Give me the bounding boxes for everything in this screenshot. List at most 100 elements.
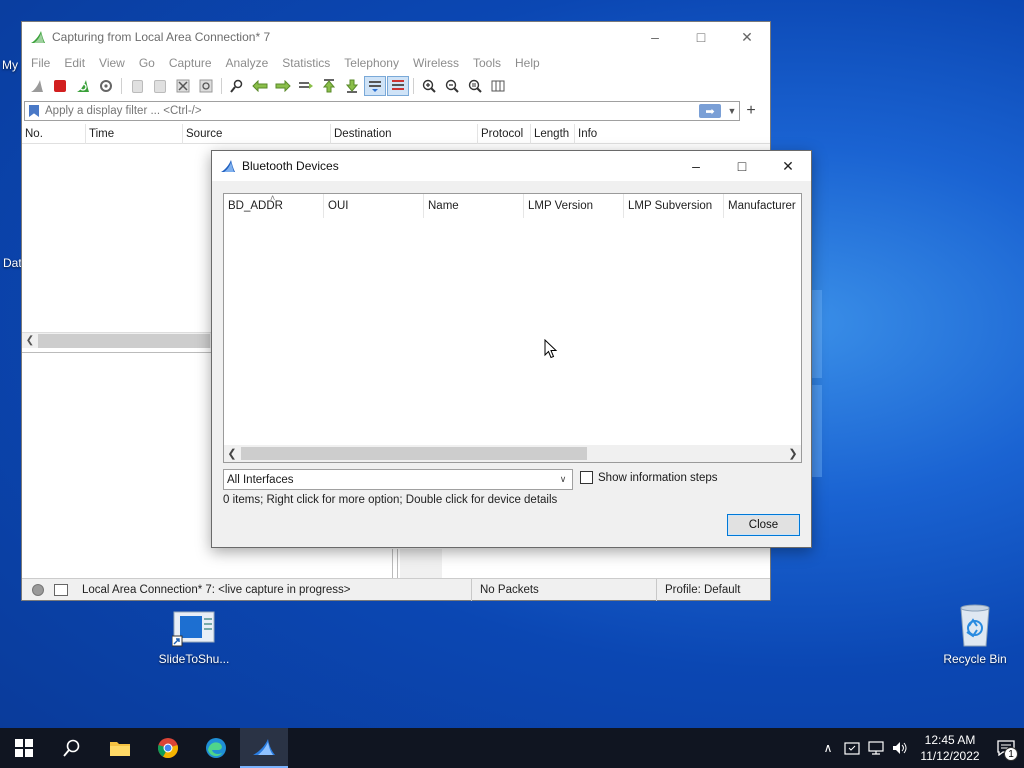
column-header-name[interactable]: Name bbox=[424, 194, 524, 218]
bookmark-icon[interactable] bbox=[29, 105, 39, 117]
go-to-packet-button[interactable] bbox=[295, 76, 317, 96]
add-filter-button[interactable]: + bbox=[742, 101, 760, 121]
desktop-icon-slidetoshutdown[interactable]: SlideToShu... bbox=[158, 608, 230, 666]
display-filter-input[interactable] bbox=[45, 105, 699, 117]
windows-logo-icon bbox=[15, 739, 33, 757]
main-toolbar bbox=[22, 74, 770, 98]
taskbar-wireshark[interactable] bbox=[240, 728, 288, 768]
desktop-icon-recycle-bin[interactable]: Recycle Bin bbox=[940, 602, 1010, 666]
menu-file[interactable]: File bbox=[24, 56, 57, 70]
taskbar: ∧ 12:45 AM 11/12/2022 1 bbox=[0, 728, 1024, 768]
toolbar-separator bbox=[413, 78, 414, 94]
restart-capture-button[interactable] bbox=[72, 76, 94, 96]
search-button[interactable] bbox=[48, 728, 96, 768]
system-tray: ∧ 12:45 AM 11/12/2022 1 bbox=[816, 728, 1024, 768]
search-icon bbox=[230, 79, 243, 93]
scroll-right-icon[interactable]: ❯ bbox=[785, 447, 801, 460]
save-file-button[interactable] bbox=[149, 76, 171, 96]
menu-telephony[interactable]: Telephony bbox=[337, 56, 406, 70]
column-header-lmp-version[interactable]: LMP Version bbox=[524, 194, 624, 218]
zoom-out-button[interactable] bbox=[441, 76, 463, 96]
scroll-left-icon[interactable]: ❮ bbox=[224, 447, 240, 460]
column-header-time[interactable]: Time bbox=[86, 124, 183, 144]
taskbar-clock[interactable]: 12:45 AM 11/12/2022 bbox=[912, 732, 988, 764]
show-hidden-icons-button[interactable]: ∧ bbox=[816, 728, 840, 768]
taskbar-file-explorer[interactable] bbox=[96, 728, 144, 768]
open-file-button[interactable] bbox=[126, 76, 148, 96]
menu-capture[interactable]: Capture bbox=[162, 56, 219, 70]
menu-edit[interactable]: Edit bbox=[57, 56, 92, 70]
column-header-source[interactable]: Source bbox=[183, 124, 331, 144]
capture-options-button[interactable] bbox=[95, 76, 117, 96]
checkbox-box[interactable] bbox=[580, 471, 593, 484]
autoscroll-button[interactable] bbox=[364, 76, 386, 96]
taskbar-chrome[interactable] bbox=[144, 728, 192, 768]
minimize-button[interactable]: – bbox=[673, 151, 719, 181]
find-packet-button[interactable] bbox=[226, 76, 248, 96]
column-header-lmp-subversion[interactable]: LMP Subversion bbox=[624, 194, 724, 218]
taskbar-edge[interactable] bbox=[192, 728, 240, 768]
menu-analyze[interactable]: Analyze bbox=[219, 56, 276, 70]
notification-center-button[interactable]: 1 bbox=[988, 728, 1024, 768]
column-header-info[interactable]: Info bbox=[575, 124, 770, 144]
file-icon bbox=[131, 79, 143, 93]
column-header-protocol[interactable]: Protocol bbox=[478, 124, 531, 144]
menu-go[interactable]: Go bbox=[132, 56, 162, 70]
go-last-packet-button[interactable] bbox=[341, 76, 363, 96]
zoom-in-icon bbox=[422, 79, 436, 93]
wireshark-titlebar[interactable]: Capturing from Local Area Connection* 7 … bbox=[22, 22, 770, 52]
menu-wireless[interactable]: Wireless bbox=[406, 56, 466, 70]
reload-file-button[interactable] bbox=[195, 76, 217, 96]
column-header-oui[interactable]: OUI bbox=[324, 194, 424, 218]
packet-list-hscrollbar[interactable]: ❮ bbox=[22, 332, 212, 348]
pane-splitter[interactable] bbox=[392, 549, 398, 579]
menu-tools[interactable]: Tools bbox=[466, 56, 508, 70]
resize-columns-button[interactable] bbox=[487, 76, 509, 96]
toolbar-separator bbox=[221, 78, 222, 94]
start-capture-button[interactable] bbox=[26, 76, 48, 96]
close-file-button[interactable] bbox=[172, 76, 194, 96]
interface-select[interactable]: All Interfaces ∨ bbox=[223, 469, 573, 490]
go-back-button[interactable] bbox=[249, 76, 271, 96]
go-forward-button[interactable] bbox=[272, 76, 294, 96]
menu-help[interactable]: Help bbox=[508, 56, 547, 70]
filter-dropdown-icon[interactable]: ▼ bbox=[725, 106, 739, 116]
maximize-button[interactable]: □ bbox=[719, 151, 765, 181]
stop-capture-button[interactable] bbox=[49, 76, 71, 96]
tray-volume-icon[interactable] bbox=[888, 728, 912, 768]
expert-info-icon[interactable] bbox=[32, 583, 44, 596]
zoom-in-button[interactable] bbox=[418, 76, 440, 96]
maximize-button[interactable]: □ bbox=[678, 22, 724, 52]
apply-filter-button[interactable]: ➡ bbox=[699, 104, 721, 118]
recycle-bin-icon bbox=[960, 604, 990, 647]
menu-view[interactable]: View bbox=[92, 56, 132, 70]
arrow-left-icon bbox=[252, 80, 268, 92]
device-table-hscrollbar[interactable]: ❮ ❯ bbox=[224, 445, 801, 462]
capture-comment-icon[interactable] bbox=[54, 583, 68, 596]
column-header-no[interactable]: No. bbox=[22, 124, 86, 144]
bluetooth-device-table[interactable]: ˄ BD_ADDR OUI Name LMP Version LMP Subve… bbox=[223, 193, 802, 463]
scrollbar-thumb[interactable] bbox=[38, 333, 210, 348]
mouse-cursor-icon bbox=[544, 339, 558, 359]
scrollbar-thumb[interactable] bbox=[241, 447, 587, 460]
close-button[interactable]: ✕ bbox=[765, 151, 811, 181]
tray-network-icon[interactable] bbox=[864, 728, 888, 768]
zoom-reset-button[interactable] bbox=[464, 76, 486, 96]
column-header-length[interactable]: Length bbox=[531, 124, 575, 144]
column-header-manufacturer[interactable]: Manufacturer bbox=[724, 194, 801, 218]
close-button[interactable]: ✕ bbox=[724, 22, 770, 52]
column-header-destination[interactable]: Destination bbox=[331, 124, 478, 144]
status-profile[interactable]: Profile: Default bbox=[657, 579, 748, 601]
start-button[interactable] bbox=[0, 728, 48, 768]
scroll-left-icon[interactable]: ❮ bbox=[22, 335, 38, 346]
tray-security-icon[interactable] bbox=[840, 728, 864, 768]
colorize-button[interactable] bbox=[387, 76, 409, 96]
go-first-packet-button[interactable] bbox=[318, 76, 340, 96]
minimize-button[interactable]: – bbox=[632, 22, 678, 52]
display-filter-bar: ➡ ▼ bbox=[24, 101, 740, 121]
close-dialog-button[interactable]: Close bbox=[727, 514, 800, 536]
menu-statistics[interactable]: Statistics bbox=[275, 56, 337, 70]
dialog-titlebar[interactable]: Bluetooth Devices – □ ✕ bbox=[212, 151, 811, 181]
desktop-light-ray bbox=[812, 290, 822, 378]
show-information-steps-checkbox[interactable]: Show information steps bbox=[580, 471, 718, 484]
